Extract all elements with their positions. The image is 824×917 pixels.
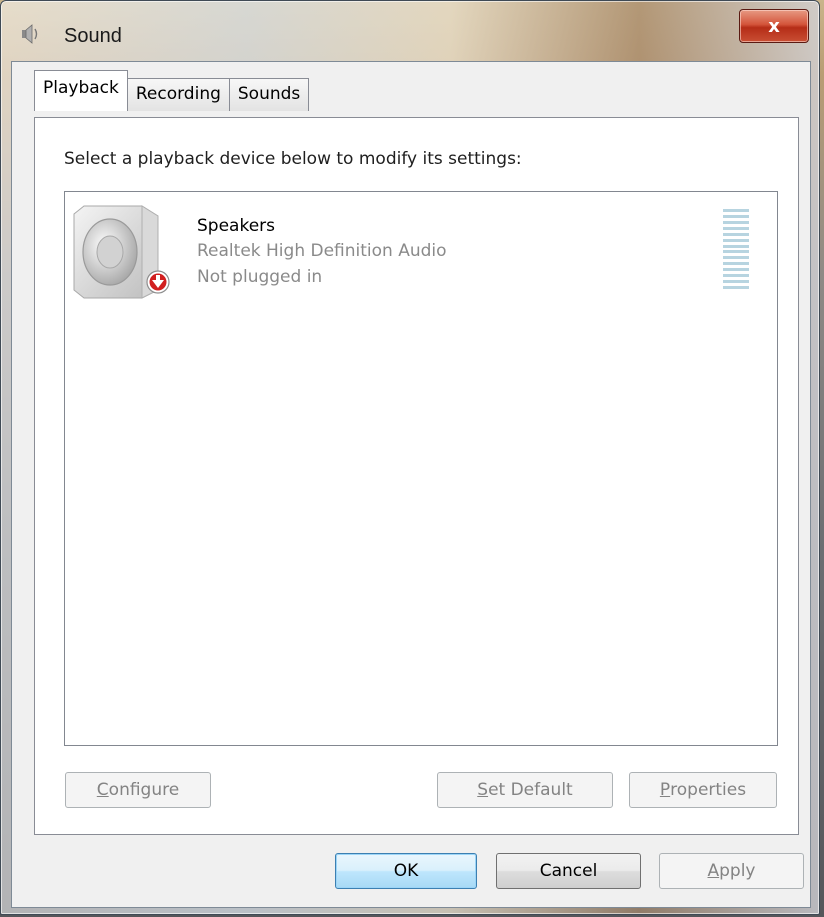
instruction-text: Select a playback device below to modify… [64, 149, 522, 169]
sound-dialog: Sound x Playback Recording Sounds Select… [0, 0, 820, 915]
device-driver: Realtek High Definition Audio [197, 241, 447, 261]
ok-button[interactable]: OK [335, 853, 477, 889]
speaker-icon [73, 205, 170, 299]
volume-level-meter [723, 209, 749, 289]
speaker-volume-icon [22, 24, 38, 44]
list-item-speakers[interactable]: Speakers Realtek High Definition Audio N… [71, 198, 771, 299]
close-button[interactable]: x [739, 9, 809, 43]
properties-button[interactable]: Properties [629, 772, 777, 808]
red-down-arrow-icon [146, 270, 170, 294]
title-bar[interactable]: Sound x [9, 5, 811, 61]
device-list[interactable]: Speakers Realtek High Definition Audio N… [64, 191, 778, 746]
device-status: Not plugged in [197, 267, 323, 287]
close-icon: x [768, 15, 780, 37]
apply-button[interactable]: Apply [659, 853, 804, 889]
tab-playback[interactable]: Playback [34, 70, 128, 111]
tab-strip: Playback Recording Sounds [34, 70, 310, 111]
cancel-button[interactable]: Cancel [496, 853, 641, 889]
playback-panel: Select a playback device below to modify… [34, 117, 799, 835]
tab-recording[interactable]: Recording [126, 78, 230, 111]
window-title: Sound [64, 25, 122, 47]
configure-button[interactable]: Configure [65, 772, 211, 808]
device-name: Speakers [197, 216, 276, 236]
set-default-button[interactable]: Set Default [437, 772, 613, 808]
client-area: Playback Recording Sounds Select a playb… [11, 61, 811, 908]
tab-sounds[interactable]: Sounds [228, 78, 310, 111]
